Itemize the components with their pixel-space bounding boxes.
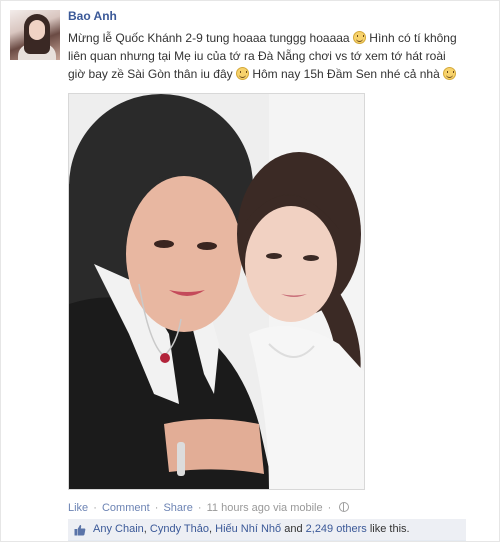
post-timestamp[interactable]: 11 hours ago via mobile — [207, 502, 323, 514]
likes-and: and — [281, 523, 306, 535]
message-line2: liên quan nhưng tại Mẹ iu của tớ ra Đà N… — [68, 49, 446, 63]
separator-dot: · — [154, 502, 159, 514]
smiley-emoticon-icon — [352, 31, 366, 44]
share-link[interactable]: Share — [163, 502, 192, 514]
author-avatar[interactable] — [10, 10, 60, 60]
mother-eye-left — [154, 240, 174, 248]
others-likers-link[interactable]: 2,249 others — [306, 523, 367, 535]
daughter-face — [245, 206, 337, 322]
thumbs-up-icon — [74, 524, 86, 536]
message-line1: Mừng lễ Quốc Khánh 2-9 tung hoaaa tunggg… — [68, 31, 350, 45]
message-line1-after: Hình có tí không — [365, 31, 457, 45]
author-name-link[interactable]: Bao Anh — [68, 9, 117, 23]
post-message: Mừng lễ Quốc Khánh 2-9 tung hoaaa tunggg… — [68, 29, 488, 83]
post-photo[interactable] — [68, 93, 365, 490]
globe-icon[interactable] — [339, 502, 350, 512]
mother-eye-right — [197, 242, 217, 250]
mother-bracelet — [177, 442, 185, 476]
likes-text: Any Chain, Cyndy Thảo, Hiếu Nhí Nhố and … — [93, 523, 410, 535]
like-link[interactable]: Like — [68, 502, 88, 514]
post-actions-bar: Like · Comment · Share · 11 hours ago vi… — [68, 502, 350, 514]
daughter-eye-left — [266, 253, 282, 259]
daughter-eye-right — [303, 255, 319, 261]
likes-summary-bar: Any Chain, Cyndy Thảo, Hiếu Nhí Nhố and … — [68, 519, 466, 541]
separator-dot: · — [93, 502, 97, 514]
smiley-emoticon-icon — [443, 67, 457, 80]
liker-link[interactable]: Cyndy Thảo — [150, 523, 209, 535]
necklace-pendant — [160, 353, 170, 363]
smiley-emoticon-icon — [235, 67, 249, 80]
comment-link[interactable]: Comment — [102, 502, 150, 514]
liker-link[interactable]: Any Chain — [93, 523, 144, 535]
liker-link[interactable]: Hiếu Nhí Nhố — [215, 523, 281, 535]
photo-illustration — [69, 94, 364, 489]
likes-suffix: like this. — [366, 523, 410, 535]
avatar-face-shape — [29, 20, 45, 40]
separator-dot: · — [197, 502, 202, 514]
separator-dot: · — [327, 502, 332, 514]
message-line3-after: Hôm nay 15h Đầm Sen nhé cả nhà — [248, 67, 440, 81]
message-line3: giờ bay zề Sài Gòn thân iu đây — [68, 67, 233, 81]
